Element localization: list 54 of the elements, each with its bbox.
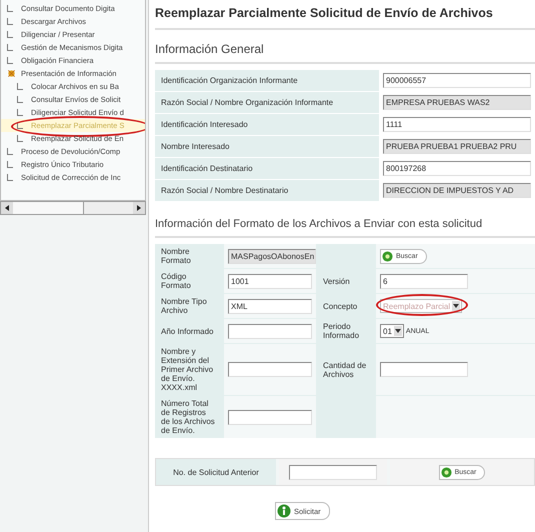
tree-line-icon [17, 109, 23, 116]
field-label: Año Informado [161, 326, 214, 336]
caret-icon[interactable] [394, 326, 402, 336]
tree-line-icon [7, 148, 13, 155]
input-field[interactable]: 6 [380, 274, 468, 288]
tree-line-icon [7, 44, 13, 51]
horizontal-scrollbar[interactable] [0, 201, 146, 215]
page-title: Reemplazar Parcialmente Solicitud de Envío de Archivos [155, 6, 535, 30]
tree-line-icon [17, 96, 23, 103]
info-icon [277, 504, 291, 518]
tree-line-icon [7, 31, 13, 38]
tree-line-icon [17, 135, 23, 142]
input-field[interactable]: XML [228, 298, 312, 314]
field-label: Identificación Interesado [160, 120, 249, 129]
input-field[interactable] [380, 362, 468, 377]
field-label: Versión [323, 276, 350, 286]
field-label: No. de Solicitud Anterior [156, 459, 276, 485]
field-label: Razón Social / Nombre Destinatario [160, 186, 290, 195]
dropdown[interactable]: 01 [380, 324, 404, 338]
field-label: Identificación Destinatario [160, 164, 254, 173]
input-field[interactable] [228, 362, 312, 377]
field-label: Nombre y Extensión del Primer Archivo de Envío. XXXX.xml [161, 347, 214, 392]
scroll-left-icon[interactable] [1, 202, 13, 214]
input-field[interactable]: PRUEBA PRUEBA1 PRUEBA2 PRU [383, 139, 531, 154]
tree-line-icon [17, 122, 23, 129]
input-field[interactable]: 1111 [383, 117, 531, 132]
input-field[interactable] [228, 324, 312, 338]
input-field[interactable]: 900006557 [383, 73, 531, 88]
field-label: Razón Social / Nombre Organización Informante [160, 98, 334, 107]
tree-line-icon [7, 5, 13, 12]
input-field[interactable] [228, 410, 312, 424]
input-field[interactable] [289, 464, 377, 480]
section-title: Información del Formato de los Archivos a Enviar con esta solicitud [155, 218, 535, 238]
section-title: Información General [155, 42, 535, 64]
field-label: Nombre Formato [161, 247, 192, 265]
input-field[interactable]: EMPRESA PRUEBAS WAS2 [383, 95, 531, 110]
field-label: Periodo Informado [323, 322, 360, 340]
field-label: Concepto [323, 302, 358, 310]
field-label: Nombre Tipo Archivo [161, 297, 208, 315]
field-label: Número Total de Registros de los Archivos de Envío. [161, 399, 216, 435]
field-label: Cantidad de Archivos [323, 360, 368, 378]
input-field[interactable]: DIRECCION DE IMPUESTOS Y AD [383, 183, 531, 198]
scroll-right-icon[interactable] [133, 202, 145, 214]
tree-line-icon [7, 57, 13, 64]
field-label: Nombre Interesado [160, 142, 230, 151]
input-field[interactable]: 1001 [228, 274, 312, 288]
input-field[interactable]: MASPagosOAbonosEn [228, 248, 316, 264]
tree-line-icon [17, 83, 23, 90]
tree-line-icon [7, 18, 13, 25]
tree-line-icon [7, 174, 13, 181]
field-label: Identificación Organización Informante [160, 76, 299, 85]
tree-line-icon [7, 161, 13, 168]
field-label: Código Formato [161, 272, 192, 290]
input-field[interactable]: 800197268 [383, 161, 531, 176]
